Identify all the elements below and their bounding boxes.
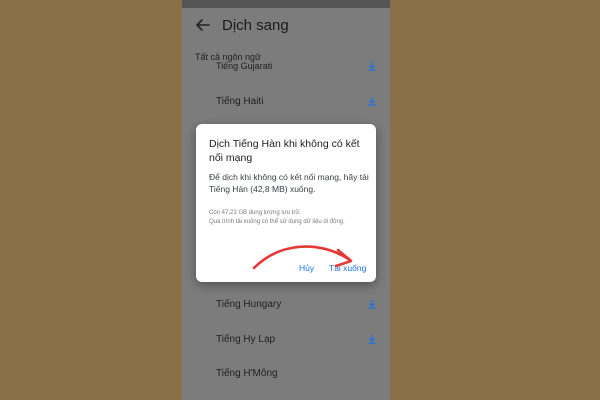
- dialog-message: Để dịch khi không có kết nối mạng, hãy t…: [209, 172, 369, 194]
- download-icon[interactable]: [366, 333, 378, 345]
- storage-remaining-text: Còn 47,23 GB dung lượng lưu trữ.: [209, 210, 302, 216]
- language-label: Tiếng H'Mông: [216, 367, 278, 379]
- download-icon[interactable]: [366, 60, 378, 72]
- back-button[interactable]: [192, 14, 214, 36]
- language-item-greek[interactable]: Tiếng Hy Lạp: [182, 329, 390, 349]
- language-label: Tiếng Hungary: [216, 298, 282, 310]
- status-bar: [182, 0, 390, 8]
- language-item-haiti[interactable]: Tiếng Haiti: [182, 91, 390, 111]
- language-label: Tiếng Hy Lạp: [216, 333, 276, 345]
- arrow-left-icon: [196, 19, 210, 31]
- language-item-gujarati[interactable]: Tiếng Gujarati: [182, 56, 390, 76]
- dialog-storage-note: Còn 47,23 GB dung lượng lưu trữ. Quá trì…: [209, 209, 369, 227]
- download-icon[interactable]: [366, 298, 378, 310]
- mobile-data-warning: Quá trình tải xuống có thể sử dụng dữ li…: [209, 219, 345, 225]
- language-label: Tiếng Gujarati: [216, 61, 273, 71]
- language-item-hmong[interactable]: Tiếng H'Mông: [182, 363, 390, 383]
- download-icon[interactable]: [366, 95, 378, 107]
- language-item-hungary[interactable]: Tiếng Hungary: [182, 294, 390, 314]
- language-label: Tiếng Haiti: [216, 95, 264, 107]
- dialog-title: Dịch Tiếng Hàn khi không có kết nối mạng: [209, 138, 360, 164]
- app-bar: Dịch sang: [182, 8, 390, 42]
- annotation-arrow-icon: [252, 245, 353, 270]
- page-title: Dịch sang: [222, 16, 289, 34]
